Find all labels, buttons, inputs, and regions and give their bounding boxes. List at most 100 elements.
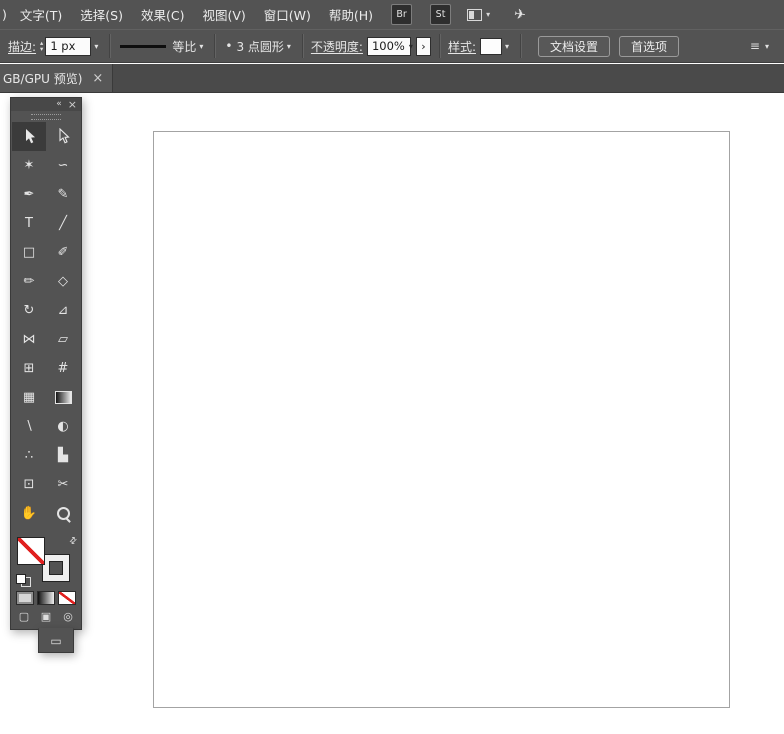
stroke-stepper[interactable]: ▴ ▾ [40,40,43,53]
width-profile-preview[interactable] [120,44,167,48]
stock-icon[interactable]: St [430,4,452,25]
direct-selection-cursor-icon [58,128,70,144]
width-profile-label[interactable]: 等比 [172,38,196,55]
rectangle-tool[interactable]: □ [12,238,46,267]
close-icon[interactable]: × [68,99,77,110]
menu-bar: ) 文字(T) 选择(S) 效果(C) 视图(V) 窗口(W) 帮助(H) Br… [0,0,784,29]
stroke-label[interactable]: 描边: [8,38,36,55]
stroke-dropdown-icon[interactable]: ▾ [91,42,101,51]
hand-tool[interactable]: ✋ [12,499,46,528]
type-tool[interactable]: T [12,209,46,238]
eyedropper-tool[interactable]: ∖ [12,412,46,441]
preferences-button[interactable]: 首选项 [619,35,680,57]
menu-item-select[interactable]: 选择(S) [71,5,132,24]
opacity-label[interactable]: 不透明度: [311,38,363,55]
pen-tool[interactable]: ✒ [12,180,46,209]
bridge-icon[interactable]: Br [391,4,413,25]
draw-behind-icon[interactable]: ▣ [39,610,54,623]
rotate-tool[interactable]: ↻ [12,296,46,325]
slice-icon: ✂ [57,477,69,492]
screen-mode-button[interactable]: ▭ [38,628,74,653]
profile-dropdown-icon[interactable]: ▾ [196,42,206,51]
menu-item-help[interactable]: 帮助(H) [320,5,382,24]
fill-stroke-indicator: ⇄ [11,535,81,588]
separator [438,34,440,58]
stroke-swatch[interactable] [42,554,70,582]
mesh-tool[interactable]: ▦ [12,383,46,412]
menu-item-effect[interactable]: 效果(C) [132,5,193,24]
color-button[interactable] [16,591,34,605]
symbol-sprayer-tool[interactable]: ∴ [12,441,46,470]
artboard[interactable] [153,131,730,708]
tools-panel: « × ✶ ∽ ✒ ✎ T ╱ □ ✐ ✏ ◇ ↻ ⊿ ⋈ ▱ ⊞ # ▦ ∖ [10,97,82,653]
document-setup-button[interactable]: 文档设置 [538,35,611,57]
blend-tool[interactable]: ◐ [46,412,80,441]
menu-item-view[interactable]: 视图(V) [193,5,254,24]
brush-dropdown-icon[interactable]: ▾ [284,42,294,51]
curvature-tool[interactable]: ✎ [46,180,80,209]
draw-normal-icon[interactable]: ▢ [17,610,32,623]
gradient-button[interactable] [37,591,55,605]
document-tab[interactable]: GB/GPU 预览) × [0,64,114,92]
document-tab-title: GB/GPU 预览) [3,71,83,86]
style-label[interactable]: 样式: [448,38,476,55]
magic-wand-icon: ✶ [23,158,35,173]
opacity-field[interactable]: 100% ▾ [366,36,413,56]
artboard-tool[interactable]: ⊡ [12,470,46,499]
document-tab-bar: GB/GPU 预览) × [0,64,784,93]
perspective-grid-tool[interactable]: # [46,354,80,383]
menu-item-partial[interactable]: ) [0,7,11,22]
pasteboard[interactable] [0,93,784,734]
line-segment-tool[interactable]: ╱ [46,209,80,238]
panel-menu-icon[interactable]: ≡ [750,39,760,53]
column-graph-tool[interactable]: ▙ [46,441,80,470]
zoom-tool[interactable] [46,499,80,528]
scale-icon: ⊿ [57,303,69,318]
panel-menu-dropdown-icon[interactable]: ▾ [762,42,772,51]
chevron-down-icon[interactable]: ▾ [486,10,490,19]
shape-builder-tool[interactable]: ⊞ [12,354,46,383]
collapse-panel-icon[interactable]: « [56,100,62,109]
close-icon[interactable]: × [92,71,103,86]
brush-name-label[interactable]: 3 点圆形 [236,38,283,55]
rocket-icon[interactable]: ✈ [513,6,527,23]
menu-item-window[interactable]: 窗口(W) [255,5,320,24]
style-dropdown-icon[interactable]: ▾ [502,42,512,51]
lasso-icon: ∽ [57,158,69,173]
default-fill-stroke-icon[interactable] [16,574,31,587]
slice-tool[interactable]: ✂ [46,470,80,499]
panel-grip[interactable] [31,114,61,120]
direct-selection-tool[interactable] [46,122,80,151]
tools-panel-header[interactable]: « × [11,98,81,111]
free-transform-tool[interactable]: ▱ [46,325,80,354]
opacity-value: 100% [371,39,405,53]
width-tool[interactable]: ⋈ [12,325,46,354]
menu-item-type[interactable]: 文字(T) [11,5,71,24]
separator [109,34,111,58]
paintbrush-tool[interactable]: ✐ [46,238,80,267]
rotate-icon: ↻ [23,303,35,318]
opacity-more-button[interactable]: › [415,36,431,56]
control-panel-menu[interactable]: ≡ ▾ [750,39,772,53]
pencil-tool[interactable]: ✏ [12,267,46,296]
arrange-documents-icon[interactable] [467,8,483,21]
hand-icon: ✋ [20,506,38,521]
selection-tool[interactable] [12,122,46,151]
none-button[interactable] [58,591,76,605]
blend-icon: ◐ [57,419,69,434]
fill-swatch-none[interactable] [17,537,45,565]
swap-fill-stroke-icon[interactable]: ⇄ [68,535,80,547]
drawing-modes-row: ▢ ▣ ◎ [11,610,81,623]
gradient-swatch-icon [54,391,72,404]
stroke-width-field[interactable]: 1 px [45,36,92,56]
style-swatch[interactable] [480,37,502,55]
magic-wand-tool[interactable]: ✶ [12,151,46,180]
gradient-tool[interactable] [46,383,80,412]
step-down-icon[interactable]: ▾ [40,46,43,53]
lasso-tool[interactable]: ∽ [46,151,80,180]
opacity-dropdown-icon[interactable]: ▾ [409,42,413,51]
selection-cursor-icon [25,129,35,144]
draw-inside-icon[interactable]: ◎ [61,610,76,623]
scale-tool[interactable]: ⊿ [46,296,80,325]
eraser-tool[interactable]: ◇ [46,267,80,296]
